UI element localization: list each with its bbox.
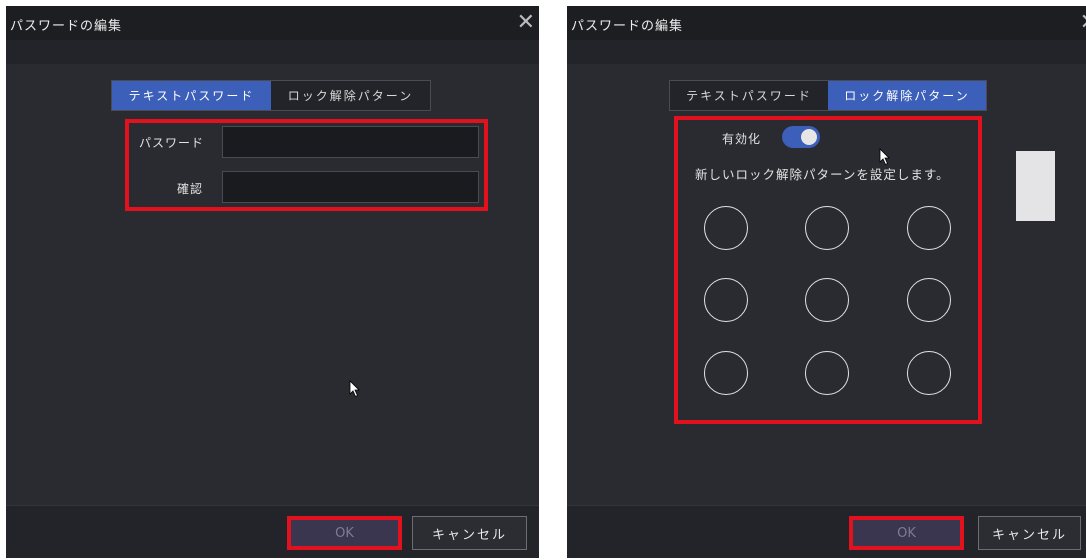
- pattern-dot-9[interactable]: [907, 351, 951, 395]
- enable-toggle[interactable]: [782, 126, 820, 148]
- password-type-tabs: テキストパスワード ロック解除パターン: [669, 80, 987, 111]
- confirm-label: 確認: [177, 182, 204, 196]
- side-panel: [1016, 151, 1055, 221]
- ok-button[interactable]: OK: [849, 516, 964, 550]
- enable-label: 有効化: [722, 132, 762, 146]
- titlebar: パスワードの編集 ✕: [567, 6, 1086, 40]
- pattern-dot-2[interactable]: [805, 206, 849, 250]
- pattern-dot-5[interactable]: [805, 278, 849, 322]
- titlebar: パスワードの編集 ✕: [6, 6, 539, 40]
- pattern-dot-8[interactable]: [805, 351, 849, 395]
- confirm-password-input[interactable]: [222, 171, 479, 203]
- pattern-dot-4[interactable]: [704, 278, 748, 322]
- close-icon[interactable]: ✕: [1080, 12, 1086, 34]
- pattern-dot-7[interactable]: [704, 351, 748, 395]
- toggle-knob: [801, 129, 817, 145]
- pattern-dot-1[interactable]: [704, 206, 748, 250]
- tab-unlock-pattern[interactable]: ロック解除パターン: [271, 81, 430, 110]
- pattern-dot-3[interactable]: [907, 206, 951, 250]
- edit-password-dialog-text: パスワードの編集 ✕ テキストパスワード ロック解除パターン パスワード 確認 …: [6, 6, 539, 558]
- password-label: パスワード: [139, 136, 205, 150]
- mouse-cursor-icon: [349, 380, 360, 398]
- dialog-title: パスワードの編集: [571, 19, 684, 34]
- close-icon[interactable]: ✕: [517, 12, 535, 34]
- edit-password-dialog-pattern: パスワードの編集 ✕ テキストパスワード ロック解除パターン 有効化 新しいロッ…: [567, 6, 1086, 558]
- tab-text-password[interactable]: テキストパスワード: [112, 81, 271, 110]
- cancel-button[interactable]: キャンセル: [978, 516, 1081, 550]
- dialog-title: パスワードの編集: [10, 19, 123, 34]
- mouse-cursor-icon: [879, 148, 890, 166]
- ok-button[interactable]: OK: [287, 516, 402, 550]
- tab-unlock-pattern[interactable]: ロック解除パターン: [828, 81, 986, 110]
- tab-text-password[interactable]: テキストパスワード: [670, 81, 828, 110]
- pattern-dot-6[interactable]: [907, 278, 951, 322]
- password-type-tabs: テキストパスワード ロック解除パターン: [111, 80, 431, 111]
- cancel-button[interactable]: キャンセル: [412, 516, 527, 550]
- password-input[interactable]: [222, 126, 479, 158]
- pattern-instruction: 新しいロック解除パターンを設定します。: [695, 167, 950, 182]
